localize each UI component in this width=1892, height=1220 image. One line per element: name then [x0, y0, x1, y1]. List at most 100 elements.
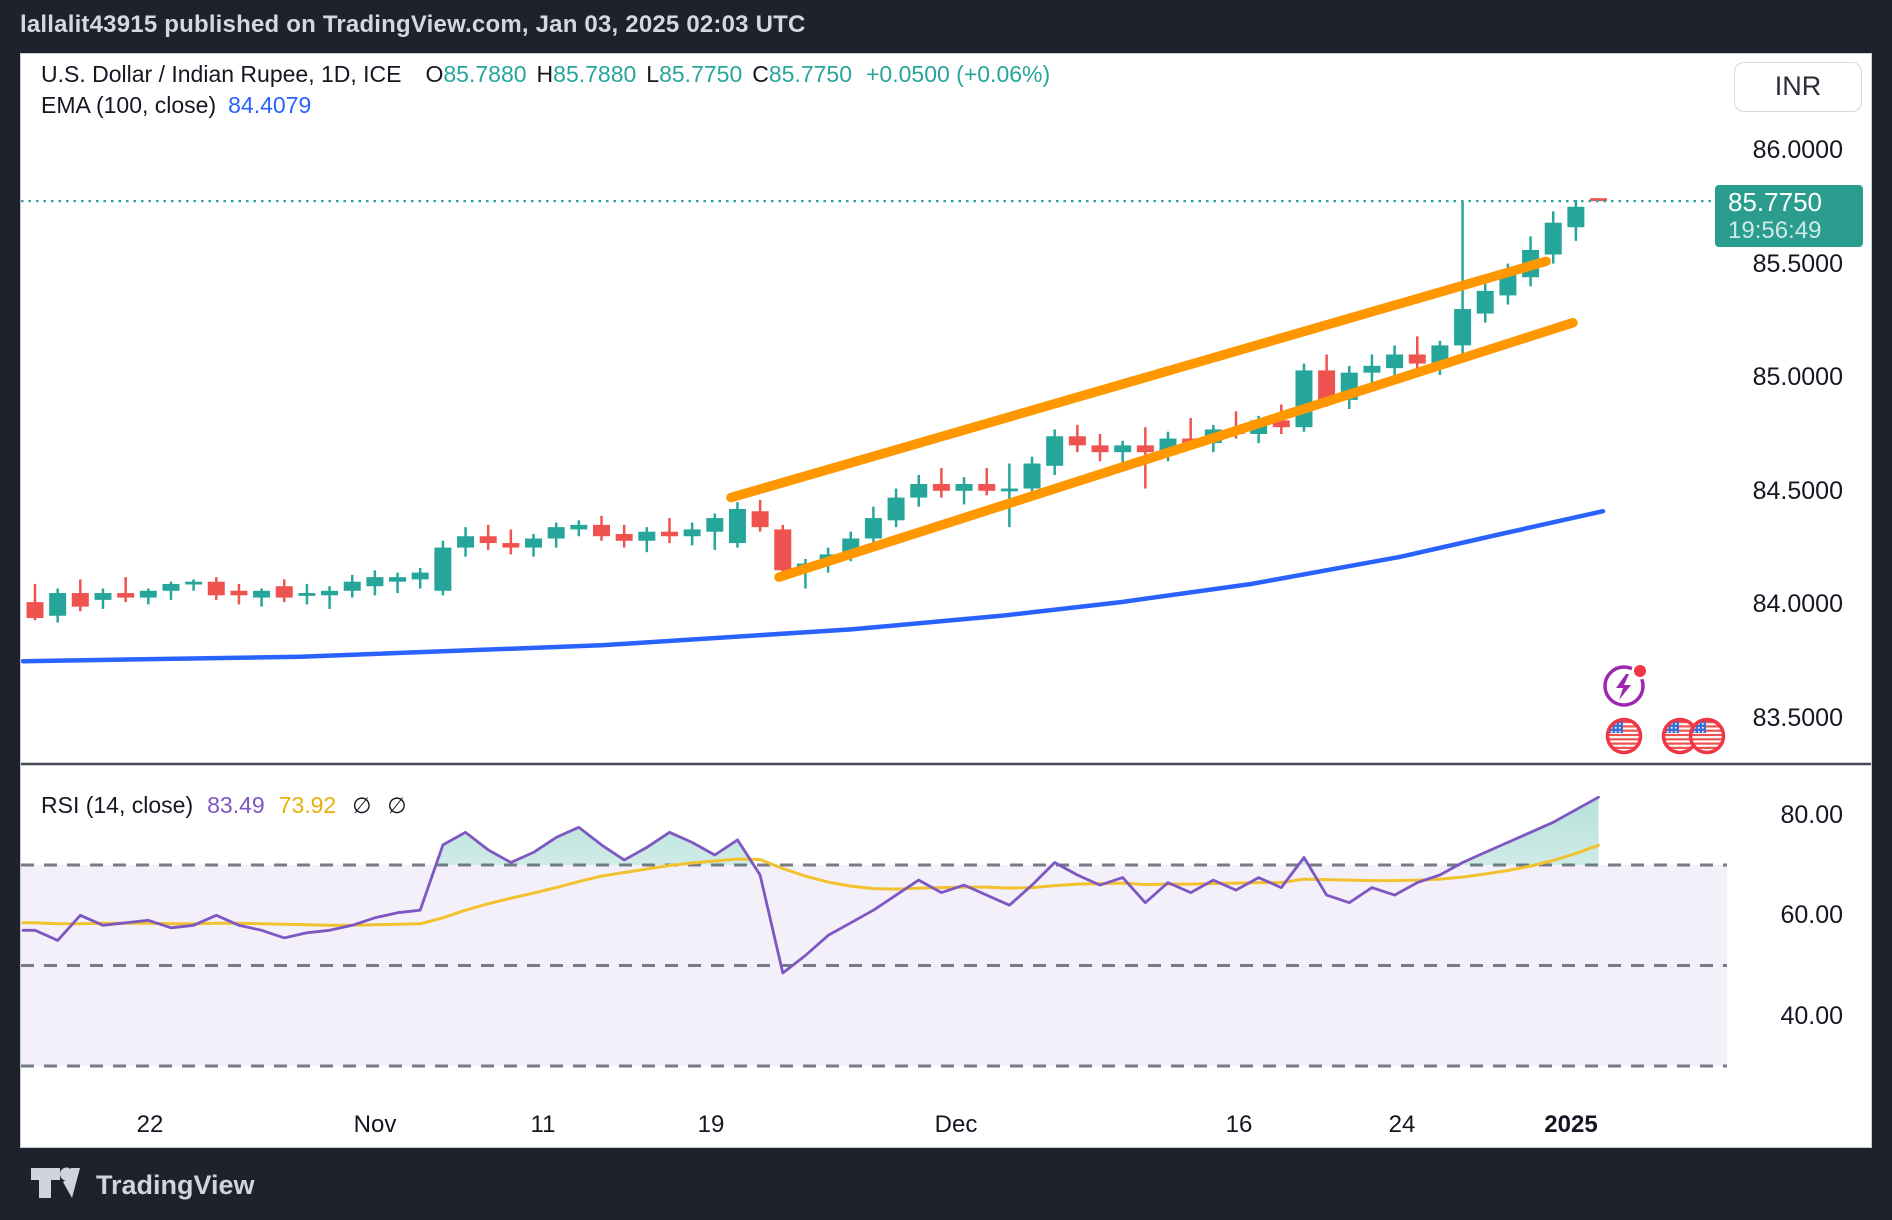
candle-body: [366, 577, 383, 586]
candle-body: [1069, 436, 1086, 445]
candle-body: [480, 536, 497, 543]
candle-body: [434, 548, 451, 591]
candle-body: [1046, 436, 1063, 466]
symbol-legend[interactable]: U.S. Dollar / Indian Rupee, 1D, ICEO85.7…: [41, 61, 1050, 88]
candle-body: [298, 593, 315, 596]
candle-body: [1545, 223, 1562, 255]
rsi-ma-value: 73.92: [279, 792, 337, 818]
candle-body: [1114, 445, 1131, 452]
candle-body: [1295, 370, 1312, 427]
rsi-legend[interactable]: RSI (14, close) 83.49 73.92 ∅ ∅: [41, 792, 407, 819]
candle-body: [616, 534, 633, 541]
candle-body: [412, 573, 429, 580]
tradingview-published-chart: lallalit43915 published on TradingView.c…: [0, 0, 1892, 1220]
candle-body: [661, 532, 678, 537]
candle-body: [638, 532, 655, 541]
empty-set-icon: ∅: [352, 793, 371, 818]
date-tick-label: 22: [137, 1110, 164, 1140]
candle-body: [72, 593, 89, 607]
candle-body: [253, 591, 270, 598]
candle-body: [1477, 291, 1494, 314]
low-value: 85.7750: [659, 61, 742, 87]
candle-body: [389, 577, 406, 582]
open-letter: O: [426, 61, 444, 87]
bar-countdown: 19:56:49: [1728, 217, 1863, 244]
ema-value: 84.4079: [228, 92, 311, 118]
ema-legend[interactable]: EMA (100, close) 84.4079: [41, 92, 311, 119]
chart-card: U.S. Dollar / Indian Rupee, 1D, ICEO85.7…: [20, 53, 1872, 1148]
candle-body: [888, 498, 905, 521]
date-tick-label: Nov: [354, 1110, 397, 1140]
rsi-tick-label: 80.00: [1780, 800, 1843, 830]
candle-body: [49, 593, 66, 616]
candle-body: [1363, 366, 1380, 373]
candle-body: [457, 536, 474, 547]
candle-body: [117, 593, 134, 598]
publish-attribution: lallalit43915 published on TradingView.c…: [20, 0, 806, 50]
candle-body: [706, 518, 723, 532]
candle-body: [230, 591, 247, 596]
candle-body: [276, 586, 293, 597]
candle-body: [774, 529, 791, 570]
date-tick-label: Dec: [935, 1110, 978, 1140]
candle-body: [1409, 354, 1426, 363]
candle-body: [1386, 354, 1403, 368]
current-price-value: 85.7750: [1728, 188, 1863, 217]
tradingview-brand[interactable]: TradingView: [96, 1170, 255, 1201]
high-value: 85.7880: [553, 61, 636, 87]
candle-body: [910, 484, 927, 498]
candle-body: [27, 602, 44, 618]
candle-body: [865, 518, 882, 538]
date-tick-label: 2025: [1544, 1110, 1597, 1140]
date-tick-label: 11: [531, 1110, 556, 1140]
candle-body: [208, 582, 225, 596]
candle-body: [752, 511, 769, 527]
ema-line[interactable]: [23, 511, 1603, 661]
ema-label: EMA (100, close): [41, 92, 216, 118]
date-tick-label: 24: [1389, 1110, 1416, 1140]
rsi-tick-label: 60.00: [1780, 900, 1843, 930]
candle-body: [344, 582, 361, 591]
price-chart-canvas[interactable]: [21, 54, 1873, 1149]
candle-body: [1454, 309, 1471, 345]
candle-body: [321, 591, 338, 596]
candle-body: [1001, 489, 1018, 492]
price-tick-label: 84.5000: [1753, 476, 1843, 506]
candle-body: [162, 584, 179, 591]
flash-idea-icon[interactable]: [1605, 663, 1649, 706]
symbol-title: U.S. Dollar / Indian Rupee, 1D, ICE: [41, 61, 402, 87]
rsi-pane[interactable]: [21, 797, 1727, 1066]
candle-body: [1024, 464, 1041, 489]
rsi-value: 83.49: [207, 792, 265, 818]
current-price-flag[interactable]: 85.7750 19:56:49: [1715, 185, 1863, 247]
date-tick-label: 16: [1226, 1110, 1253, 1140]
close-value: 85.7750: [769, 61, 852, 87]
candle-body: [570, 525, 587, 530]
price-tick-label: 84.0000: [1753, 589, 1843, 619]
candle-body: [1092, 445, 1109, 452]
candle-body: [933, 484, 950, 491]
rsi-label: RSI (14, close): [41, 792, 193, 818]
currency-button[interactable]: INR: [1734, 62, 1862, 112]
candlestick-series[interactable]: [27, 198, 1608, 622]
price-tick-label: 83.5000: [1753, 703, 1843, 733]
empty-set-icon: ∅: [387, 793, 406, 818]
open-value: 85.7880: [443, 61, 526, 87]
high-letter: H: [537, 61, 554, 87]
change-value: +0.0500 (+0.06%): [866, 61, 1050, 87]
candle-body: [548, 527, 565, 538]
idea-markers[interactable]: [1597, 658, 1747, 762]
candle-body: [684, 529, 701, 536]
candle-body: [1567, 207, 1584, 227]
date-tick-label: 19: [698, 1110, 725, 1140]
candle-body: [729, 509, 746, 543]
candle-body: [956, 484, 973, 491]
us-flag-idea-icon[interactable]: [1691, 720, 1724, 753]
close-letter: C: [752, 61, 769, 87]
us-flag-idea-icon[interactable]: [1608, 720, 1641, 753]
candle-body: [978, 484, 995, 491]
candle-body: [1137, 445, 1154, 452]
price-tick-label: 85.5000: [1753, 249, 1843, 279]
rsi-tick-label: 40.00: [1780, 1001, 1843, 1031]
tradingview-logo-icon[interactable]: [30, 1166, 88, 1202]
